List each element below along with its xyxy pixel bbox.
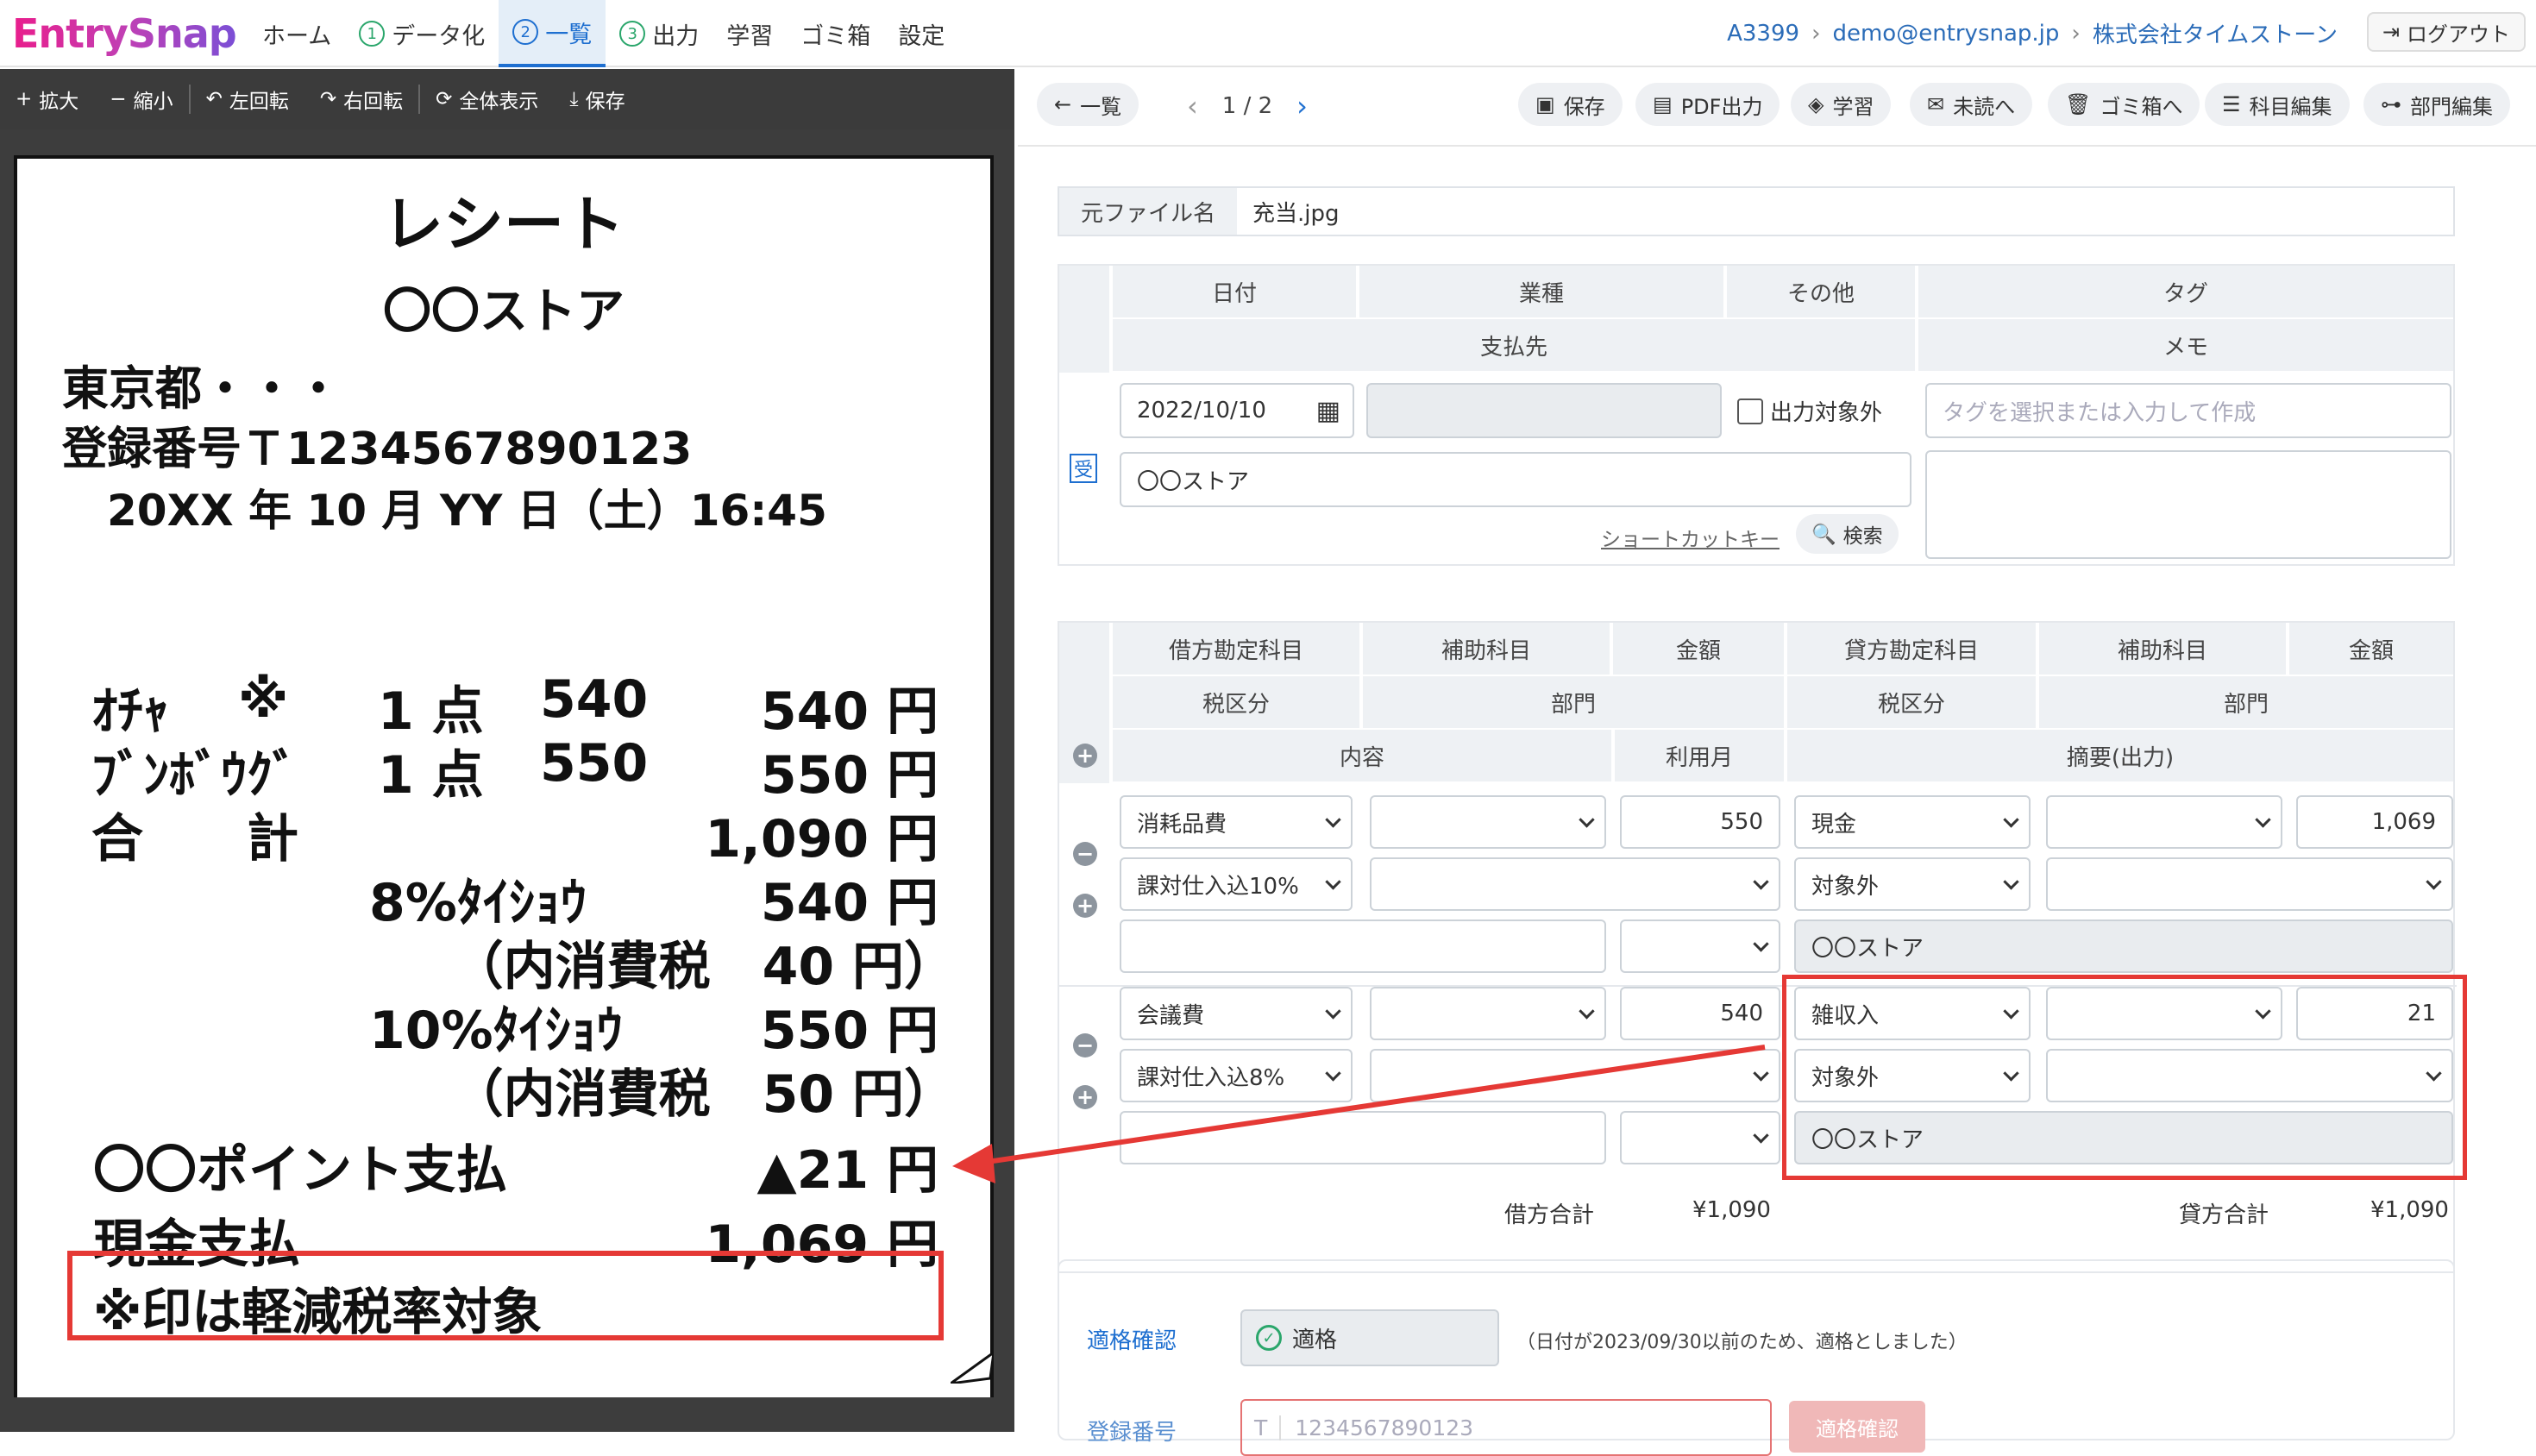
annotation-arrow — [952, 1045, 1766, 1183]
